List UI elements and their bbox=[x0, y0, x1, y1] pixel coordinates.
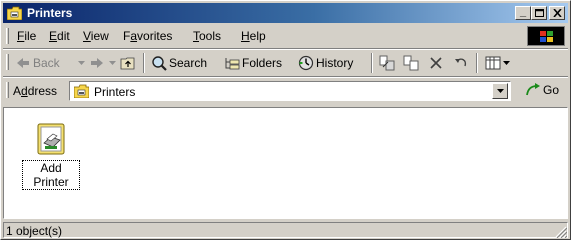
window-title: Printers bbox=[27, 6, 73, 20]
resize-grip-icon[interactable] bbox=[555, 226, 567, 238]
menu-edit[interactable]: Edit bbox=[49, 29, 70, 43]
go-button[interactable]: Go bbox=[525, 83, 559, 97]
copy-to-button[interactable] bbox=[403, 54, 419, 72]
standard-toolbar: Back Search Folders History bbox=[3, 51, 568, 75]
views-icon bbox=[485, 56, 501, 70]
address-label: Address bbox=[13, 84, 58, 98]
back-button[interactable]: Back bbox=[15, 54, 60, 72]
undo-icon bbox=[455, 58, 467, 67]
up-folder-icon bbox=[120, 57, 135, 70]
printers-folder-icon bbox=[7, 6, 22, 20]
forward-dropdown[interactable] bbox=[109, 54, 116, 72]
address-bar: Address Printers Go bbox=[3, 79, 568, 103]
delete-icon bbox=[430, 57, 442, 69]
add-printer-item[interactable]: Add Printer bbox=[22, 122, 80, 190]
forward-button[interactable] bbox=[89, 54, 105, 72]
menubar-separator bbox=[3, 48, 568, 50]
chevron-down-icon bbox=[496, 89, 504, 93]
addressbar-grip[interactable] bbox=[6, 82, 9, 98]
maximize-button[interactable] bbox=[531, 6, 547, 20]
status-text: 1 object(s) bbox=[6, 224, 63, 238]
toolbar-separator-line bbox=[3, 76, 568, 78]
chevron-down-icon bbox=[78, 61, 85, 65]
menu-help[interactable]: Help bbox=[241, 29, 266, 43]
undo-button[interactable] bbox=[453, 54, 469, 72]
add-printer-label: Add Printer bbox=[22, 160, 80, 190]
toolbar-separator bbox=[476, 53, 478, 73]
copy-to-icon bbox=[403, 55, 419, 71]
search-button[interactable]: Search bbox=[151, 54, 207, 72]
forward-arrow-icon bbox=[91, 58, 103, 68]
history-icon bbox=[298, 55, 314, 71]
menu-file[interactable]: File bbox=[17, 29, 36, 43]
menu-tools[interactable]: Tools bbox=[193, 29, 221, 43]
status-bar: 1 object(s) bbox=[3, 221, 568, 239]
close-icon bbox=[552, 8, 562, 18]
address-dropdown-button[interactable] bbox=[492, 83, 508, 99]
move-to-icon bbox=[379, 55, 395, 71]
chevron-down-icon bbox=[109, 61, 116, 65]
windows-flag-icon bbox=[540, 31, 553, 42]
toolbar-grip[interactable] bbox=[6, 54, 9, 70]
printers-folder-icon bbox=[74, 84, 89, 98]
toolbar-separator bbox=[371, 53, 373, 73]
delete-button[interactable] bbox=[428, 54, 444, 72]
history-button[interactable]: History bbox=[298, 54, 353, 72]
close-button[interactable] bbox=[549, 6, 565, 20]
status-panel: 1 object(s) bbox=[3, 222, 568, 238]
back-arrow-icon bbox=[17, 58, 29, 68]
add-printer-icon bbox=[37, 123, 65, 155]
menu-view[interactable]: View bbox=[83, 29, 109, 43]
address-input[interactable]: Printers bbox=[69, 81, 511, 101]
folders-button[interactable]: Folders bbox=[224, 54, 282, 72]
address-value: Printers bbox=[94, 85, 136, 99]
search-icon bbox=[152, 56, 167, 71]
menubar-grip[interactable] bbox=[6, 28, 9, 44]
title-bar[interactable]: Printers _ bbox=[3, 3, 568, 23]
back-dropdown[interactable] bbox=[78, 54, 85, 72]
folders-icon bbox=[225, 58, 240, 70]
up-folder-button[interactable] bbox=[120, 54, 136, 72]
go-arrow-icon bbox=[526, 83, 540, 96]
windows-logo-throbber bbox=[527, 26, 565, 46]
chevron-down-icon bbox=[503, 61, 510, 65]
maximize-icon bbox=[534, 9, 544, 17]
printers-window: Printers _ File Edit View Favorites Tool… bbox=[0, 0, 571, 240]
minimize-button[interactable]: _ bbox=[515, 6, 531, 20]
toolbar-separator bbox=[143, 53, 145, 73]
menu-favorites[interactable]: Favorites bbox=[123, 29, 172, 43]
move-to-button[interactable] bbox=[379, 54, 395, 72]
menu-bar: File Edit View Favorites Tools Help bbox=[3, 25, 568, 47]
folder-view[interactable]: Add Printer bbox=[3, 107, 568, 219]
views-button[interactable] bbox=[485, 54, 510, 72]
